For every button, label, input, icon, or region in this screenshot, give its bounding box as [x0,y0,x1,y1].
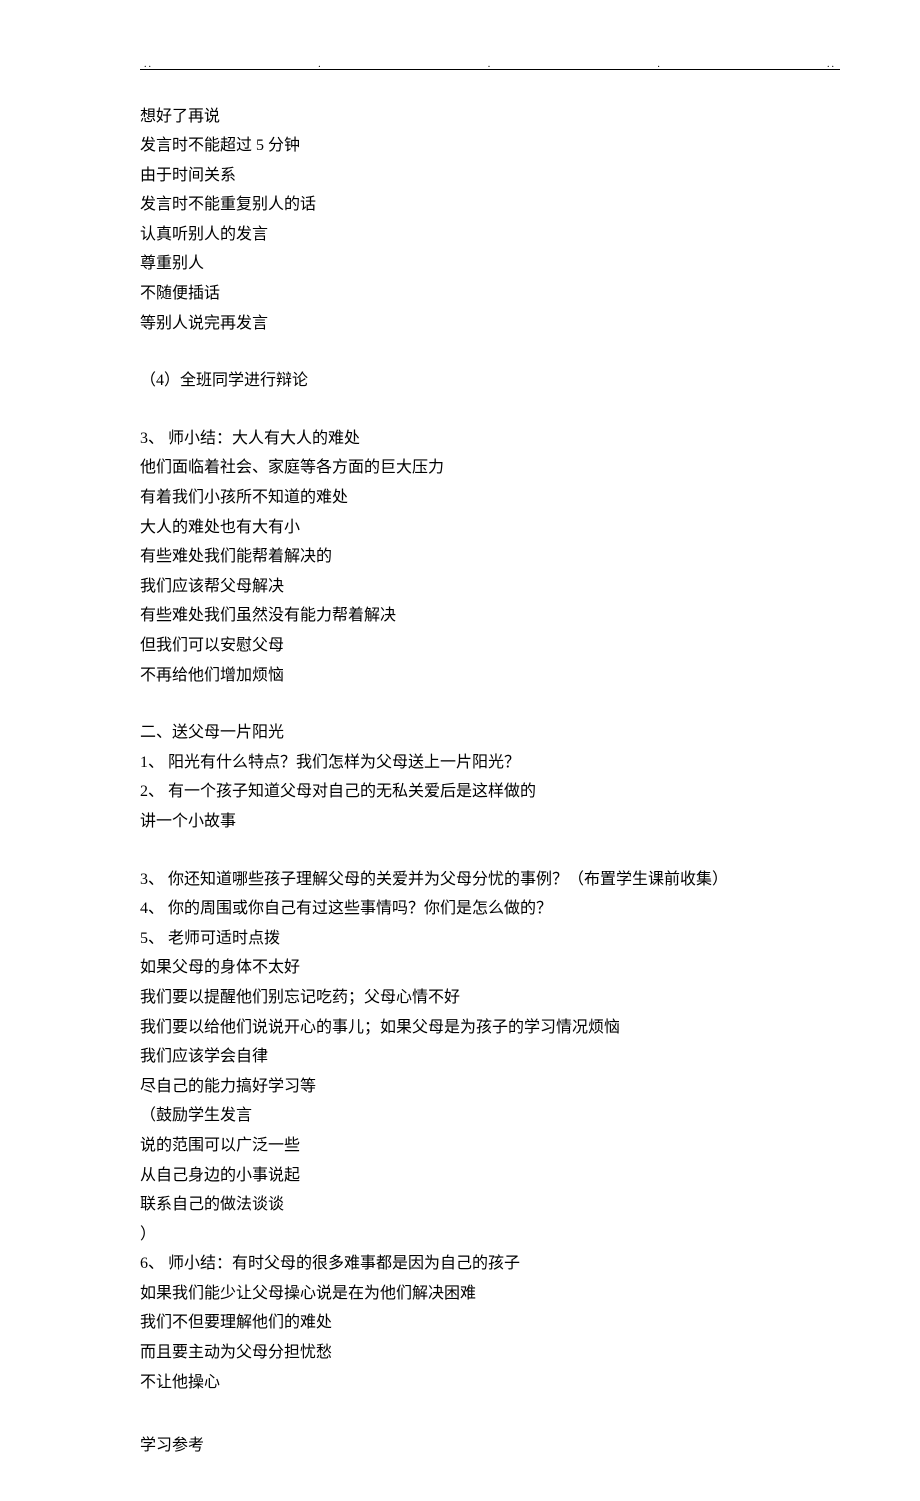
dot-group: . [657,56,662,75]
body-line: 二、送父母一片阳光 [140,718,840,748]
body-line: 我们要以提醒他们别忘记吃药；父母心情不好 [140,983,840,1013]
body-line: 认真听别人的发言 [140,220,840,250]
dot-group: .. [827,56,836,75]
body-line: 有些难处我们虽然没有能力帮着解决 [140,601,840,631]
paragraph-block-1: 想好了再说 发言时不能超过 5 分钟 由于时间关系 发言时不能重复别人的话 认真… [140,102,840,339]
body-line: 3、 师小结：大人有大人的难处 [140,424,840,454]
paragraph-block-3: 3、 师小结：大人有大人的难处 他们面临着社会、家庭等各方面的巨大压力 有着我们… [140,424,840,690]
body-line: ） [140,1220,840,1250]
body-line: 4、 你的周围或你自己有过这些事情吗？你们是怎么做的？ [140,894,840,924]
header-dots: .. . . . .. [140,56,840,75]
body-line: 但我们可以安慰父母 [140,631,840,661]
dot-group: .. [144,56,153,75]
body-line: 6、 师小结：有时父母的很多难事都是因为自己的孩子 [140,1249,840,1279]
body-line: 大人的难处也有大有小 [140,513,840,543]
body-line: 联系自己的做法谈谈 [140,1190,840,1220]
body-line: （4）全班同学进行辩论 [140,366,840,396]
body-line: 有些难处我们能帮着解决的 [140,542,840,572]
body-line: 如果我们能少让父母操心说是在为他们解决困难 [140,1279,840,1309]
body-line: 不让他操心 [140,1368,840,1398]
body-line: 而且要主动为父母分担忧愁 [140,1338,840,1368]
body-line: 如果父母的身体不太好 [140,953,840,983]
body-line: 我们要以给他们说说开心的事儿；如果父母是为孩子的学习情况烦恼 [140,1013,840,1043]
body-line: 讲一个小故事 [140,807,840,837]
paragraph-block-2: （4）全班同学进行辩论 [140,366,840,396]
body-line: 5、 老师可适时点拨 [140,924,840,954]
dot-group: . [318,56,323,75]
body-line: 由于时间关系 [140,161,840,191]
dot-group: . [488,56,493,75]
body-line: 3、 你还知道哪些孩子理解父母的关爱并为父母分忧的事例？（布置学生课前收集） [140,865,840,895]
body-line: 不再给他们增加烦恼 [140,661,840,691]
body-line: 尽自己的能力搞好学习等 [140,1072,840,1102]
body-line: 发言时不能超过 5 分钟 [140,131,840,161]
body-line: 发言时不能重复别人的话 [140,190,840,220]
body-line: （鼓励学生发言 [140,1101,840,1131]
body-line: 说的范围可以广泛一些 [140,1131,840,1161]
body-line: 从自己身边的小事说起 [140,1161,840,1191]
body-line: 我们应该学会自律 [140,1042,840,1072]
body-line: 不随便插话 [140,279,840,309]
body-line: 1、 阳光有什么特点？我们怎样为父母送上一片阳光？ [140,748,840,778]
body-line: 他们面临着社会、家庭等各方面的巨大压力 [140,453,840,483]
body-line: 我们应该帮父母解决 [140,572,840,602]
body-line: 想好了再说 [140,102,840,132]
paragraph-block-5: 3、 你还知道哪些孩子理解父母的关爱并为父母分忧的事例？（布置学生课前收集） 4… [140,865,840,1398]
body-line: 尊重别人 [140,249,840,279]
paragraph-block-4: 二、送父母一片阳光 1、 阳光有什么特点？我们怎样为父母送上一片阳光？ 2、 有… [140,718,840,836]
body-line: 我们不但要理解他们的难处 [140,1308,840,1338]
body-line: 等别人说完再发言 [140,309,840,339]
page-footer: 学习参考 [140,1431,840,1461]
body-line: 有着我们小孩所不知道的难处 [140,483,840,513]
body-line: 2、 有一个孩子知道父母对自己的无私关爱后是这样做的 [140,777,840,807]
